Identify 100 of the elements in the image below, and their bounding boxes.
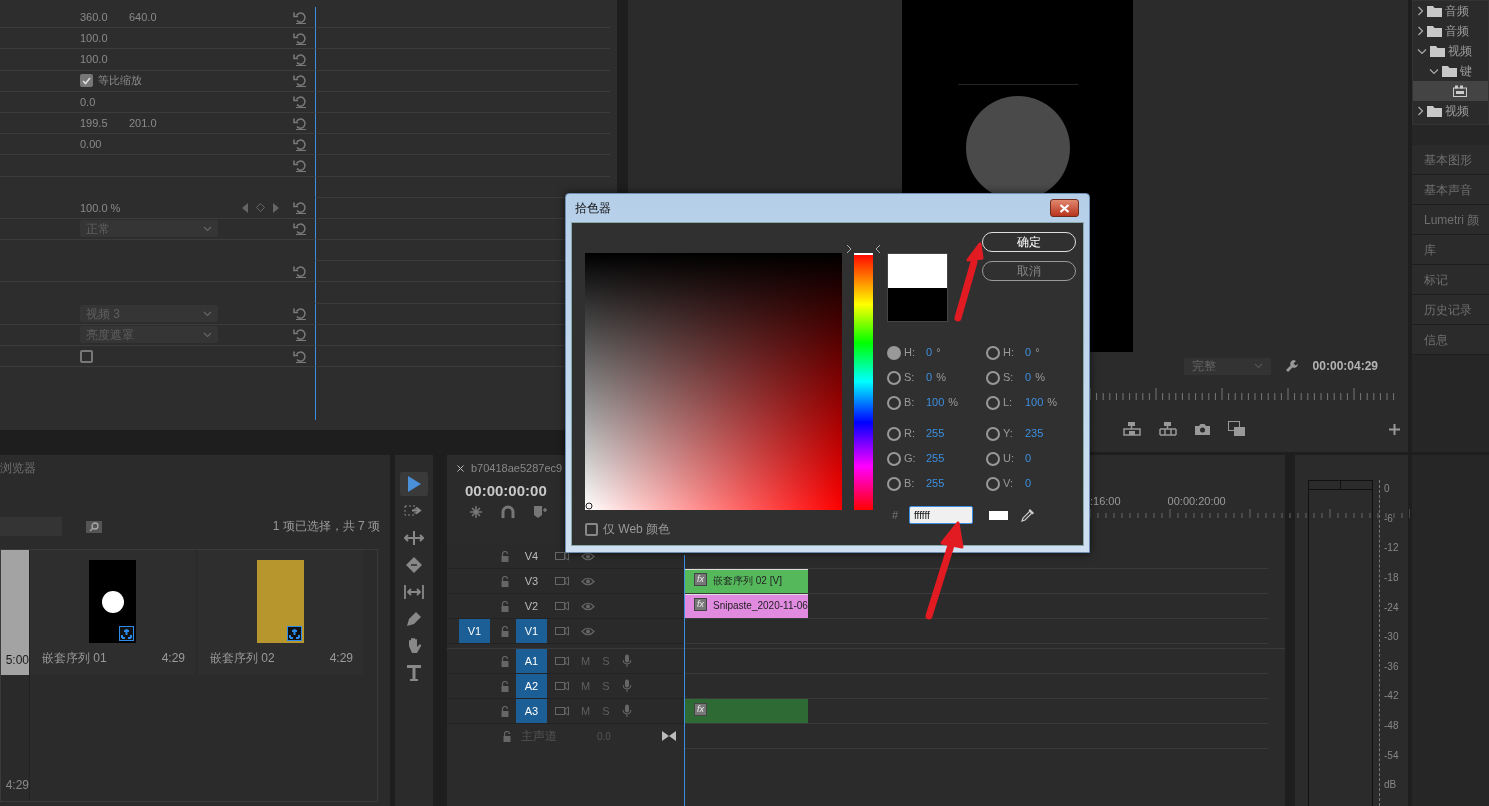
track-target[interactable]: A3 [516,699,547,723]
field-value[interactable]: 0 [926,344,933,361]
number-value[interactable]: 0.00 [80,135,129,153]
magnet-icon[interactable] [501,505,515,519]
checkbox[interactable] [80,74,93,88]
track-target[interactable]: V4 [516,544,547,568]
lock-icon[interactable] [500,550,510,562]
selection-tool-button[interactable] [400,472,428,496]
wrench-icon[interactable] [1284,359,1299,373]
radio-button[interactable] [986,345,1000,360]
number-value[interactable]: 100.0 [80,51,129,68]
track-target[interactable]: V3 [516,569,547,593]
number-value[interactable]: 640.0 [129,8,178,26]
camera-icon[interactable] [1195,423,1210,435]
track-output-icon[interactable] [555,601,569,611]
search-icon[interactable] [86,519,102,533]
microphone-icon[interactable] [621,704,632,718]
radio-button[interactable] [887,345,901,360]
radio-button[interactable] [986,451,1000,466]
hue-slider[interactable] [854,253,873,510]
reset-icon[interactable] [293,31,307,45]
reset-icon[interactable] [293,95,307,109]
number-value[interactable]: 199.5 [80,114,129,132]
panel-header[interactable]: 历史记录 [1412,295,1489,325]
checkbox[interactable] [80,349,93,363]
reset-icon[interactable] [293,264,307,278]
number-value[interactable]: 0.0 [80,93,129,111]
tree-item[interactable]: 音频 [1413,1,1488,21]
reset-icon[interactable] [293,116,307,130]
field-value[interactable]: 255 [926,450,945,467]
track-target[interactable]: A2 [516,674,547,698]
tree-item[interactable]: 视频 [1413,101,1488,121]
reset-icon[interactable] [293,307,307,321]
eyedropper-icon[interactable] [1020,507,1036,523]
track-output-icon[interactable] [555,656,569,666]
reset-icon[interactable] [293,201,307,215]
radio-button[interactable] [986,370,1000,385]
lock-icon[interactable] [500,625,510,637]
panel-header[interactable]: 基本声音 [1412,175,1489,205]
project-item[interactable]: 5:00 [1,550,30,675]
lock-icon[interactable] [500,655,510,667]
panel-header[interactable]: Lumetri 颜 [1412,205,1489,235]
reset-icon[interactable] [293,349,307,363]
hex-field[interactable]: ffffff [909,506,973,524]
source-patch[interactable]: V1 [459,619,490,643]
sequence-tab[interactable]: b70418ae5287ec9 [471,459,563,477]
hue-pointer-icon[interactable] [846,244,852,254]
track-output-icon[interactable] [555,681,569,691]
track-output-icon[interactable] [555,576,569,586]
panel-header[interactable]: 库 [1412,235,1489,265]
reset-icon[interactable] [293,158,307,172]
reset-icon[interactable] [293,10,307,24]
radio-button[interactable] [887,426,901,441]
keyframe-icon[interactable] [256,203,265,213]
field-value[interactable]: 0 [1025,475,1032,492]
field-value[interactable]: 235 [1025,425,1044,442]
reset-icon[interactable] [293,328,307,342]
panel-header[interactable]: 基本图形 [1412,145,1489,175]
lock-icon[interactable] [500,680,510,692]
chevron-right-icon[interactable] [1417,6,1424,16]
number-value[interactable]: 100.0 % [80,199,121,217]
radio-button[interactable] [887,451,901,466]
reset-icon[interactable] [293,74,307,88]
tree-item[interactable] [1413,81,1488,101]
color-field[interactable] [585,253,842,510]
field-value[interactable]: 100 [926,394,945,411]
add-button-icon[interactable] [1389,423,1400,435]
track-target[interactable]: V1 [516,619,547,643]
chevron-right-icon[interactable] [1417,106,1424,116]
close-icon[interactable] [457,464,464,472]
chevron-right-icon[interactable] [1417,26,1424,36]
radio-button[interactable] [887,395,901,410]
lift-icon[interactable] [1123,422,1141,436]
reset-icon[interactable] [293,137,307,151]
tree-item[interactable]: 视频 [1413,41,1488,61]
close-button[interactable] [1050,199,1079,217]
lock-icon[interactable] [500,705,510,717]
field-value[interactable]: 255 [926,475,945,492]
field-value[interactable]: 255 [926,425,945,442]
microphone-icon[interactable] [621,679,632,693]
lock-icon[interactable] [502,730,512,742]
master-output-icon[interactable] [662,731,676,741]
color-marker-icon[interactable] [585,502,593,510]
track-output-icon[interactable] [555,626,569,636]
field-value[interactable]: 100 [1025,394,1044,411]
microphone-icon[interactable] [621,654,632,668]
reset-icon[interactable] [293,222,307,236]
lock-icon[interactable] [500,575,510,587]
number-value[interactable]: 100.0 [80,30,129,47]
reset-icon[interactable] [293,52,307,66]
extract-icon[interactable] [1159,422,1177,436]
track-target[interactable]: A1 [516,649,547,673]
field-value[interactable]: 0 [1025,369,1032,386]
panel-header[interactable]: 信息 [1412,325,1489,355]
field-value[interactable]: 0 [926,369,933,386]
field-value[interactable]: 0 [1025,344,1032,361]
track-output-icon[interactable] [555,706,569,716]
next-keyframe-icon[interactable] [273,202,279,213]
radio-button[interactable] [887,370,901,385]
track-target[interactable]: V2 [516,594,547,618]
